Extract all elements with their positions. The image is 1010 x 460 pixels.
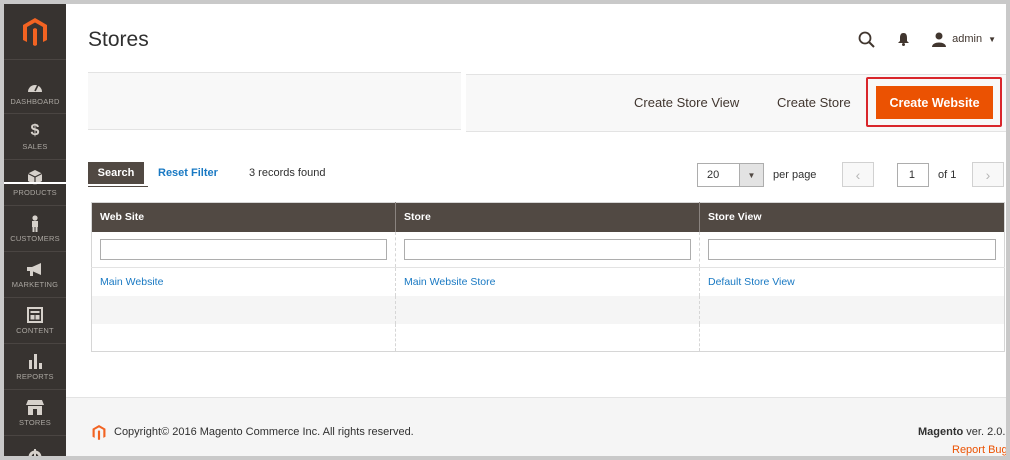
notifications-bell-icon[interactable] bbox=[897, 32, 910, 46]
header-actions: admin ▼ bbox=[858, 28, 996, 50]
sidebar-item-label: DASHBOARD bbox=[10, 97, 60, 106]
table-cell bbox=[699, 323, 1005, 352]
sidebar-item-label: STORES bbox=[19, 418, 51, 427]
records-count: 3 records found bbox=[249, 167, 326, 179]
search-button[interactable]: Search bbox=[88, 162, 144, 184]
per-page-value: 20 bbox=[707, 169, 720, 181]
speedometer-icon bbox=[27, 77, 43, 95]
bar-chart-icon bbox=[28, 352, 43, 370]
reset-filter-link[interactable]: Reset Filter bbox=[158, 167, 218, 179]
sidebar-divider bbox=[4, 182, 66, 184]
store-view-link[interactable]: Default Store View bbox=[708, 276, 795, 288]
create-store-view-button[interactable]: Create Store View bbox=[634, 95, 739, 110]
sidebar-item-customers[interactable]: CUSTOMERS bbox=[4, 206, 66, 252]
column-header-store-view[interactable]: Store View bbox=[699, 202, 1005, 232]
version-text: Magento ver. 2.0. bbox=[918, 426, 1005, 438]
previous-page-button[interactable]: ‹ bbox=[842, 162, 874, 187]
sidebar-item-stores[interactable]: STORES bbox=[4, 390, 66, 436]
sidebar-item-sales[interactable]: $ SALES bbox=[4, 114, 66, 160]
megaphone-icon bbox=[26, 260, 44, 278]
table-cell bbox=[91, 295, 396, 324]
filter-row bbox=[91, 231, 1005, 268]
logo-container[interactable] bbox=[4, 4, 66, 60]
gear-icon bbox=[27, 448, 43, 456]
page-actions-left bbox=[88, 72, 461, 130]
magento-footer-logo-icon bbox=[92, 424, 106, 446]
table-cell bbox=[699, 295, 1005, 324]
create-store-button[interactable]: Create Store bbox=[777, 95, 851, 110]
sidebar-item-label: SALES bbox=[22, 142, 48, 151]
table-cell bbox=[395, 323, 700, 352]
website-filter-input[interactable] bbox=[100, 238, 387, 260]
page-count: of 1 bbox=[938, 169, 957, 181]
column-header-website[interactable]: Web Site bbox=[91, 202, 396, 232]
page-title: Stores bbox=[88, 28, 149, 51]
sidebar-item-reports[interactable]: REPORTS bbox=[4, 344, 66, 390]
layout-icon bbox=[27, 306, 43, 324]
chevron-right-icon: › bbox=[985, 166, 991, 183]
store-link[interactable]: Main Website Store bbox=[404, 276, 495, 288]
sidebar-item-label: CUSTOMERS bbox=[10, 234, 60, 243]
per-page-select[interactable]: 20 ▼ bbox=[697, 163, 764, 187]
per-page-label: per page bbox=[773, 169, 817, 181]
brand-name: Magento bbox=[918, 426, 964, 438]
report-bugs-link[interactable]: Report Bug bbox=[952, 444, 1008, 456]
chevron-down-icon: ▼ bbox=[988, 34, 996, 44]
admin-user-menu[interactable]: admin ▼ bbox=[932, 32, 996, 47]
stores-grid: Web Site Store Store View Main Website M… bbox=[91, 202, 1005, 352]
table-row bbox=[91, 295, 1005, 324]
chevron-left-icon: ‹ bbox=[855, 166, 861, 183]
chevron-down-icon[interactable]: ▼ bbox=[739, 164, 763, 186]
sidebar-item-marketing[interactable]: MARKETING bbox=[4, 252, 66, 298]
table-row bbox=[91, 323, 1005, 352]
version-number: ver. 2.0. bbox=[966, 426, 1006, 438]
storefront-icon bbox=[26, 398, 44, 416]
copyright-text: Copyright© 2016 Magento Commerce Inc. Al… bbox=[114, 426, 414, 438]
next-page-button[interactable]: › bbox=[972, 162, 1004, 187]
user-icon bbox=[932, 32, 947, 47]
column-header-store[interactable]: Store bbox=[395, 202, 700, 232]
table-cell bbox=[91, 323, 396, 352]
admin-username: admin bbox=[952, 33, 983, 45]
create-website-button[interactable]: Create Website bbox=[876, 86, 993, 119]
table-row: Main Website Main Website Store Default … bbox=[91, 267, 1005, 296]
search-icon[interactable] bbox=[858, 31, 875, 48]
search-underline bbox=[88, 186, 148, 187]
store-view-filter-input[interactable] bbox=[708, 238, 996, 260]
table-cell bbox=[395, 295, 700, 324]
page-number-input[interactable] bbox=[897, 163, 929, 187]
person-icon bbox=[30, 214, 40, 232]
sidebar-item-system[interactable] bbox=[4, 436, 66, 456]
website-link[interactable]: Main Website bbox=[100, 276, 163, 288]
store-filter-input[interactable] bbox=[404, 238, 691, 260]
sidebar-item-dashboard[interactable]: DASHBOARD bbox=[4, 70, 66, 114]
admin-sidebar: DASHBOARD $ SALES PRODUCTS CUSTOMERS MAR… bbox=[4, 4, 66, 456]
dollar-icon: $ bbox=[30, 122, 40, 139]
sidebar-item-label: REPORTS bbox=[16, 372, 54, 381]
sidebar-item-label: PRODUCTS bbox=[13, 188, 57, 197]
magento-logo-icon bbox=[23, 17, 47, 46]
sidebar-item-label: CONTENT bbox=[16, 326, 54, 335]
sidebar-item-label: MARKETING bbox=[11, 280, 59, 289]
sidebar-item-content[interactable]: CONTENT bbox=[4, 298, 66, 344]
